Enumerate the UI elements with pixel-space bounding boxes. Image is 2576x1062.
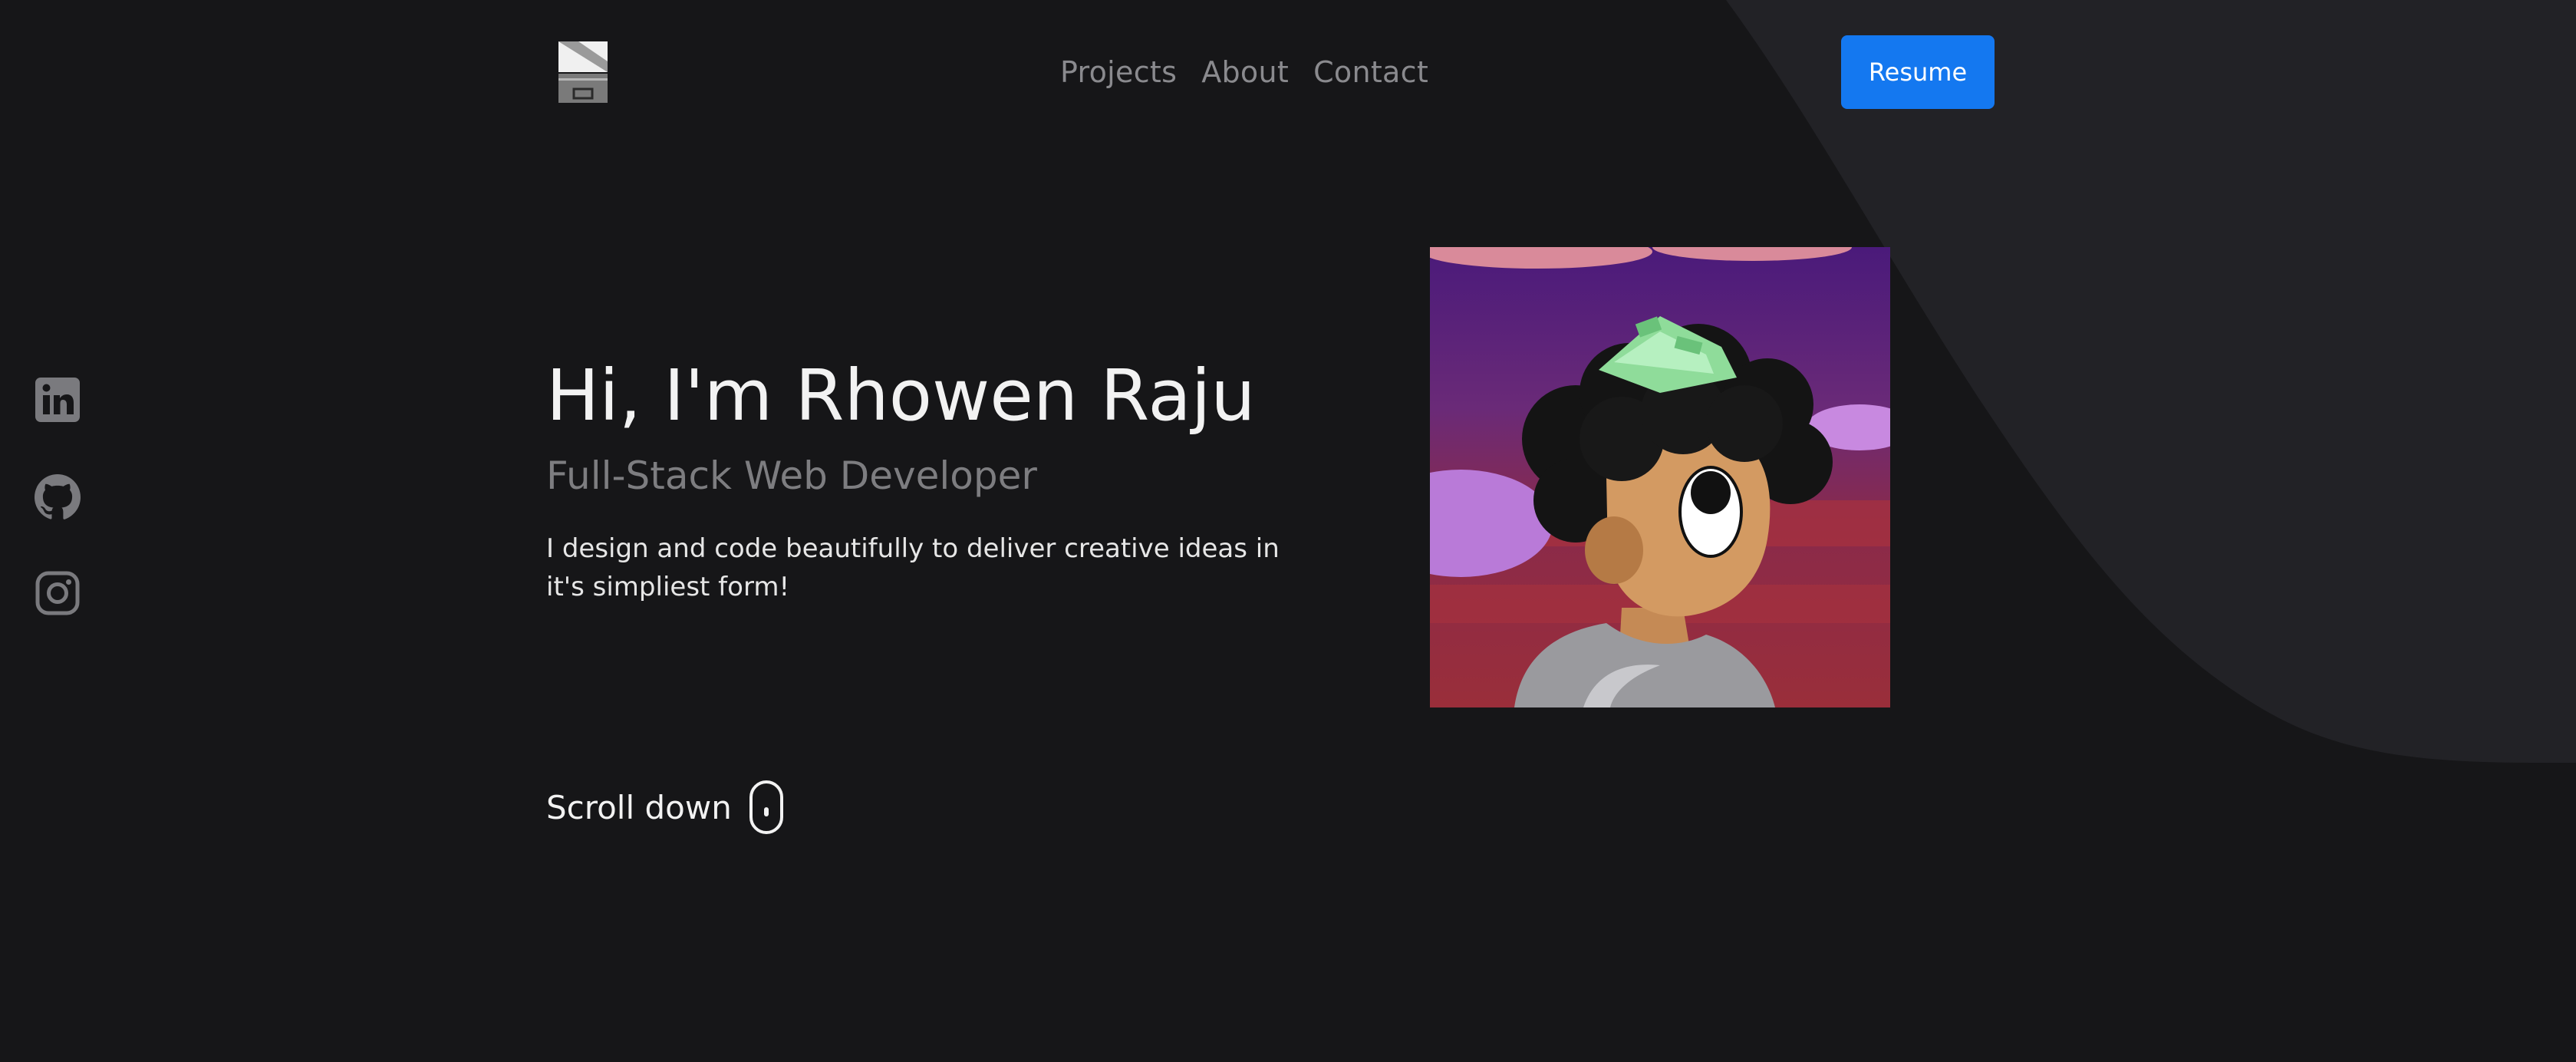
nav-link-contact[interactable]: Contact <box>1313 55 1428 89</box>
scroll-down-label: Scroll down <box>546 788 732 826</box>
github-icon[interactable] <box>34 473 81 520</box>
profile-avatar <box>1430 247 1890 707</box>
hero-subtitle: Full-Stack Web Developer <box>546 453 1037 498</box>
instagram-icon[interactable] <box>34 569 81 617</box>
site-logo[interactable] <box>555 38 611 106</box>
scroll-down-link[interactable]: Scroll down <box>546 780 784 835</box>
nav-link-projects[interactable]: Projects <box>1060 55 1177 89</box>
mouse-scroll-icon <box>749 780 783 834</box>
resume-button[interactable]: Resume <box>1841 35 1995 109</box>
linkedin-icon[interactable] <box>34 376 81 424</box>
main-nav: Projects About Contact <box>1060 49 1428 95</box>
hero-description: I design and code beautifully to deliver… <box>546 533 1280 602</box>
avatar-illustration <box>1430 247 1890 707</box>
social-links <box>34 376 81 617</box>
page: Projects About Contact Resume Hi, I'm Rh… <box>0 0 2576 1062</box>
laptop-logo-icon <box>558 41 608 103</box>
hero-title: Hi, I'm Rhowen Raju <box>546 355 1256 437</box>
nav-link-about[interactable]: About <box>1201 55 1289 89</box>
